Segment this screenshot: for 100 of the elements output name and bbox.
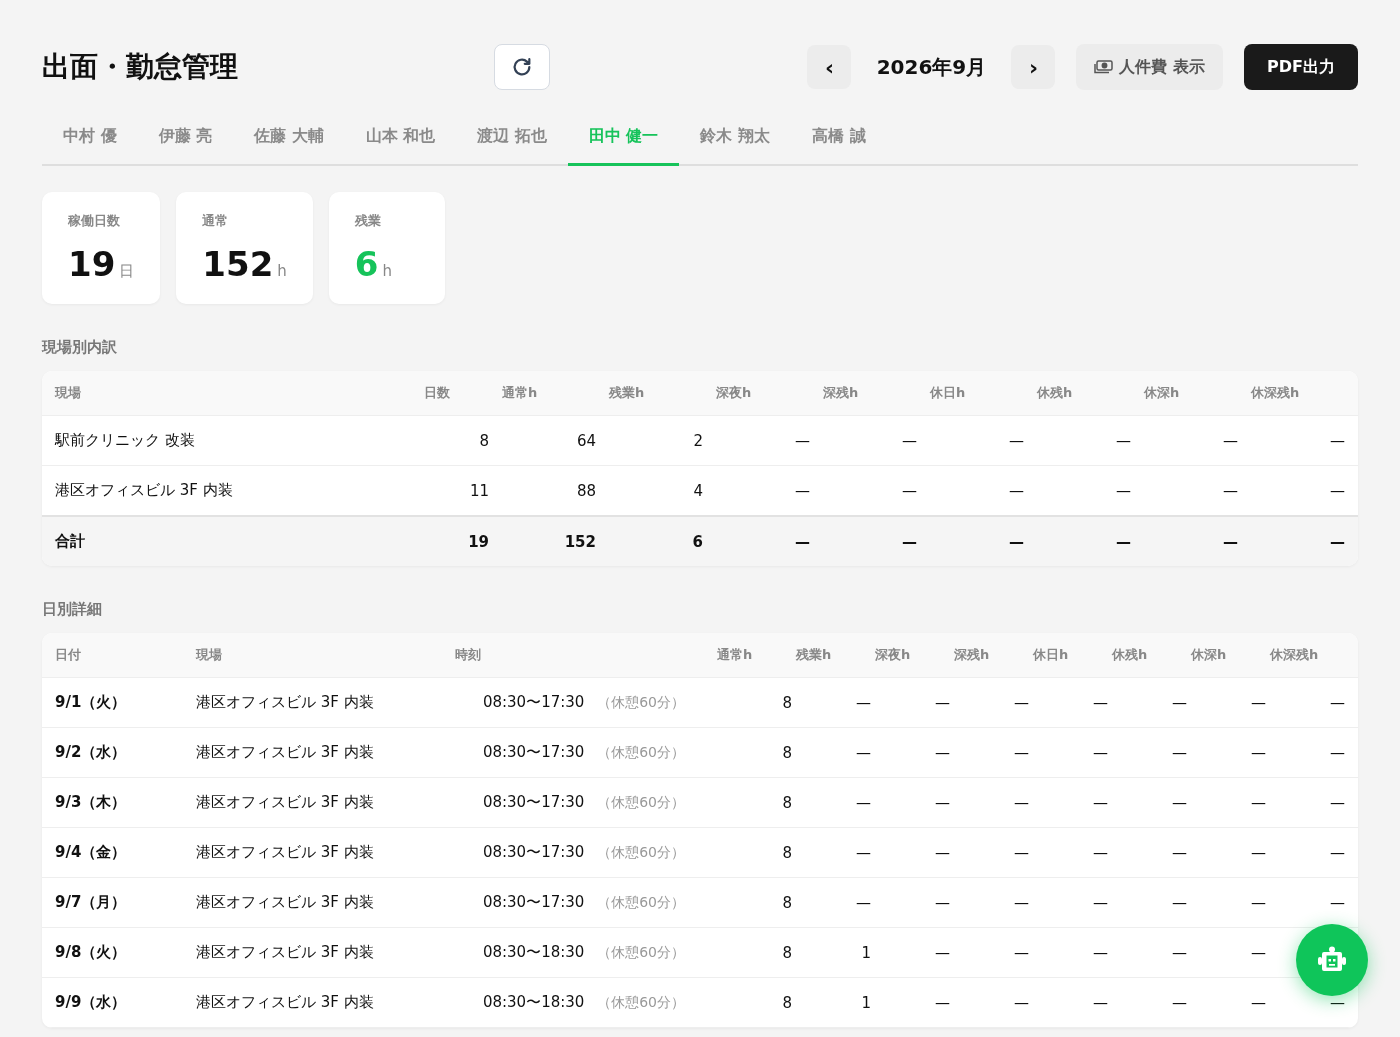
table-cell-text: 港区オフィスビル 3F 内装	[55, 481, 234, 500]
table-cell-text: —	[1329, 993, 1345, 1012]
table-cell-text: —	[1250, 943, 1266, 962]
table-cell-text: —	[1115, 431, 1131, 450]
date-cell-text: 9/8（火）	[55, 943, 128, 962]
table-cell-text: —	[1329, 793, 1345, 812]
table-cell-text: —	[1092, 943, 1108, 962]
employee-tab[interactable]: 鈴木 翔太	[679, 110, 792, 166]
stat-value: 6	[354, 244, 379, 284]
table-cell-text: —	[1171, 793, 1187, 812]
table-cell-text: 8	[781, 843, 792, 862]
page-title: 出面・勤怠管理	[42, 49, 239, 85]
table-cell-text: —	[901, 431, 917, 450]
employee-tab[interactable]: 佐藤 大輔	[233, 110, 345, 166]
column-header: 日付	[55, 646, 82, 664]
table-cell-text: —	[1250, 993, 1266, 1012]
time-range: 08:30〜17:30	[482, 693, 585, 711]
table-cell-text: —	[1171, 943, 1187, 962]
table-cell-text: —	[1092, 743, 1108, 762]
table-cell-text: —	[1092, 893, 1108, 912]
table-cell-text: —	[794, 481, 810, 500]
next-month-button[interactable]: ›	[1011, 45, 1056, 89]
table-cell-text: —	[1171, 743, 1187, 762]
pdf-export-button[interactable]: PDF出力	[1244, 44, 1358, 90]
employee-tab[interactable]: 高橋 誠	[791, 110, 887, 166]
table-cell-text: 88	[575, 481, 596, 500]
total-cell-text: —	[901, 532, 917, 551]
table-cell-text: —	[794, 431, 810, 450]
table-cell-text: —	[1329, 893, 1345, 912]
date-cell-text: 9/1（火）	[55, 693, 128, 712]
table-cell-text: —	[1171, 993, 1187, 1012]
table-cell-text: 8	[781, 743, 792, 762]
break-note: （休憩60分）	[597, 844, 685, 860]
table-cell-text: —	[934, 693, 950, 712]
table-cell-text: —	[1222, 481, 1238, 500]
cost-toggle-button[interactable]: 人件費 表示	[1076, 44, 1224, 90]
cash-icon	[1094, 60, 1114, 74]
table-cell-text: —	[1329, 843, 1345, 862]
table-cell-text: —	[1171, 893, 1187, 912]
refresh-button[interactable]	[494, 44, 550, 90]
date-cell-text: 9/2（水）	[55, 743, 128, 762]
table-cell-text: —	[1250, 693, 1266, 712]
stat-label: 稼働日数	[68, 212, 121, 230]
date-cell-text: 9/9（水）	[55, 993, 128, 1012]
employee-tab[interactable]: 山本 和也	[344, 110, 457, 166]
total-cell-text: —	[1329, 532, 1345, 551]
employee-tab[interactable]: 田中 健一	[567, 110, 680, 166]
total-cell-text: —	[1115, 532, 1131, 551]
previous-month-button[interactable]: ‹	[807, 45, 852, 89]
stat-unit: 日	[119, 262, 135, 281]
employee-tab[interactable]: 伊藤 亮	[137, 110, 234, 166]
site-cell-text: 港区オフィスビル 3F 内装	[196, 693, 375, 712]
table-cell-text: —	[855, 893, 871, 912]
break-note: （休憩60分）	[597, 794, 685, 810]
column-header: 時刻	[455, 646, 482, 664]
table-cell-text: —	[901, 481, 917, 500]
column-header: 深残h	[953, 646, 991, 664]
column-header: 休残h	[1035, 384, 1074, 402]
site-cell-text: 港区オフィスビル 3F 内装	[196, 843, 375, 862]
employee-tab[interactable]: 中村 優	[42, 110, 138, 166]
table-cell-text: —	[1092, 993, 1108, 1012]
column-header: 深残h	[822, 384, 860, 402]
table-cell-text: 11	[468, 481, 489, 500]
table-cell-text: —	[1092, 843, 1108, 862]
table-cell-text: —	[1329, 431, 1345, 450]
table-cell-text: —	[934, 893, 950, 912]
date-cell-text: 9/4（金）	[55, 843, 128, 862]
column-header: 休日h	[928, 384, 967, 402]
time-range: 08:30〜17:30	[482, 743, 585, 761]
stat-label: 通常	[202, 212, 230, 230]
table-cell-text: —	[934, 993, 950, 1012]
site-cell-text: 港区オフィスビル 3F 内装	[196, 993, 375, 1012]
column-header: 通常h	[501, 384, 539, 402]
site-cell-text: 港区オフィスビル 3F 内装	[196, 943, 375, 962]
section-title: 現場別内訳	[42, 338, 118, 357]
total-cell-text: —	[1222, 532, 1238, 551]
break-note: （休憩60分）	[597, 944, 685, 960]
employee-tab[interactable]: 渡辺 拓也	[456, 110, 568, 166]
table-cell-text: —	[1329, 693, 1345, 712]
column-header: 日数	[423, 384, 451, 402]
date-cell-text: 9/7（月）	[55, 893, 128, 912]
time-range: 08:30〜17:30	[482, 843, 585, 861]
table-cell-text: —	[1250, 743, 1266, 762]
column-header: 通常h	[716, 646, 754, 664]
column-header: 休日h	[1031, 646, 1070, 664]
column-header: 休深残h	[1268, 646, 1320, 664]
table-cell-text: —	[1008, 431, 1024, 450]
table-cell-text: —	[855, 793, 871, 812]
table-cell-text: 8	[478, 431, 489, 450]
table-cell-text: —	[934, 743, 950, 762]
total-cell-text: —	[794, 532, 810, 551]
stat-unit: h	[277, 262, 287, 280]
table-cell-text: 駅前クリニック 改装	[55, 431, 196, 450]
month-label: 2026年9月	[875, 53, 988, 81]
total-cell-text: 6	[691, 532, 703, 551]
column-header: 残業h	[608, 384, 646, 402]
break-note: （休憩60分）	[597, 744, 685, 760]
table-cell-text: 2	[692, 431, 703, 450]
section-title: 日別詳細	[42, 600, 103, 619]
stat-value: 19	[68, 244, 116, 284]
